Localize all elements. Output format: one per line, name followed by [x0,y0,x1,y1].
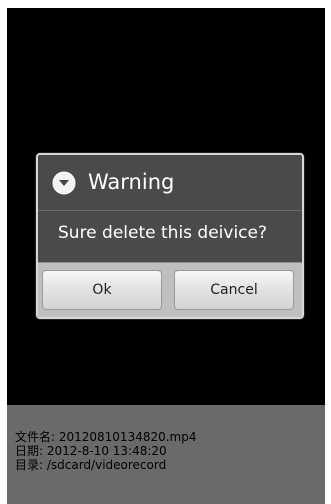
cancel-button[interactable]: Cancel [174,270,294,310]
dialog-header: Warning [38,155,302,210]
android-screen: Warning Sure delete this deivice? Ok Can… [7,8,325,504]
file-date-text: 日期: 2012-8-10 13:48:20 [15,444,167,458]
file-name-text: 文件名: 20120810134820.mp4 [15,430,197,444]
chevron-down-icon [52,171,76,195]
dialog-title: Warning [88,170,175,194]
dialog-divider [38,210,302,211]
file-info-panel: 文件名: 20120810134820.mp4 日期: 2012-8-10 13… [7,405,325,504]
ok-button[interactable]: Ok [42,270,162,310]
dialog-button-bar: Ok Cancel [38,262,302,317]
warning-dialog: Warning Sure delete this deivice? Ok Can… [36,153,304,319]
dialog-message: Sure delete this deivice? [58,223,268,243]
file-directory-text: 目录: /sdcard/videorecord [15,458,167,472]
